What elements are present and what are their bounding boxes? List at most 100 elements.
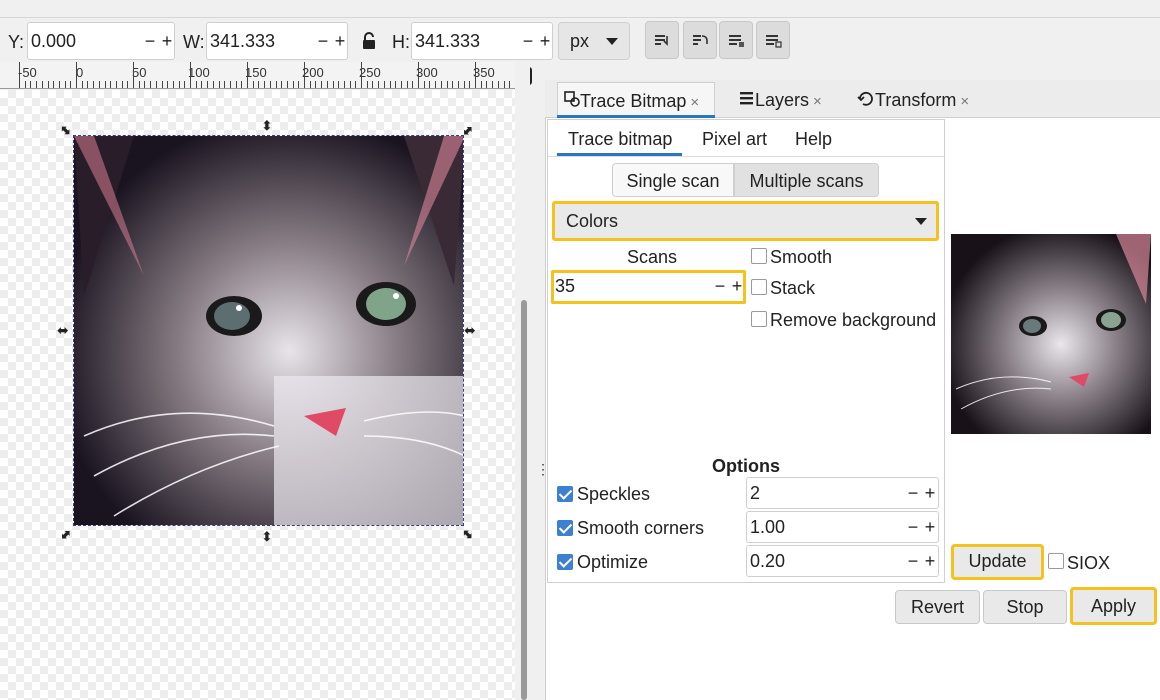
h-input[interactable]: 341.333 − + [411, 22, 553, 60]
transform-pattern-icon[interactable] [756, 21, 790, 59]
stack-label: Stack [770, 278, 816, 298]
ruler-tick [252, 81, 254, 88]
optimize-decrement-button[interactable]: − [905, 550, 921, 572]
ruler-tick [161, 81, 163, 88]
remove-background-checkbox[interactable] [751, 311, 767, 327]
ruler-tick [509, 81, 511, 88]
ruler-tick [366, 81, 368, 88]
smooth-corners-increment-button[interactable]: + [922, 516, 938, 538]
ruler-tick [41, 81, 43, 88]
smooth-corners-input[interactable]: 1.00 − + [746, 511, 939, 543]
speckles-increment-button[interactable]: + [922, 482, 938, 504]
close-icon[interactable]: × [813, 93, 822, 110]
scans-label: Scans [627, 247, 678, 267]
unit-select[interactable]: px [558, 22, 630, 60]
ruler-tick [338, 81, 340, 88]
ruler-tick [355, 81, 357, 88]
ruler-tick [144, 81, 146, 88]
stop-button[interactable]: Stop [983, 590, 1067, 624]
close-icon[interactable]: × [960, 93, 969, 110]
scrollbar-thumb[interactable] [521, 300, 527, 700]
smooth-corners-decrement-button[interactable]: − [905, 516, 921, 538]
tab-layers[interactable]: Layers × [733, 82, 829, 118]
ruler-tick [155, 81, 157, 88]
subtab-help[interactable]: Help [795, 124, 832, 156]
resize-handle-icon[interactable]: ⬌ [258, 531, 275, 543]
w-increment-button[interactable]: + [332, 29, 348, 53]
single-scan-button[interactable]: Single scan [612, 163, 734, 197]
h-increment-button[interactable]: + [537, 29, 553, 53]
toolbar-divider [0, 17, 1160, 18]
y-increment-button[interactable]: + [159, 29, 175, 53]
mode-select-value: Colors [566, 211, 619, 231]
ruler-tick [349, 81, 351, 88]
revert-button[interactable]: Revert [895, 590, 980, 624]
ruler-tick [235, 81, 237, 88]
w-decrement-button[interactable]: − [315, 29, 331, 53]
h-value: 341.333 [415, 31, 481, 51]
optimize-checkbox[interactable] [557, 554, 573, 570]
subtab-pixel-art[interactable]: Pixel art [702, 124, 767, 156]
transform-gradient-icon[interactable] [719, 21, 753, 59]
siox-checkbox[interactable] [1048, 553, 1064, 569]
resize-handle-icon[interactable]: ⬌ [464, 322, 476, 339]
ruler-tick [503, 81, 505, 88]
h-decrement-button[interactable]: − [520, 29, 536, 53]
ruler-tick [406, 81, 408, 88]
chevron-down-icon [606, 38, 618, 45]
lock-icon[interactable] [361, 31, 377, 51]
speckles-decrement-button[interactable]: − [905, 482, 921, 504]
optimize-increment-button[interactable]: + [922, 550, 938, 572]
ruler-tick [457, 81, 459, 88]
ruler-tick [304, 62, 305, 88]
ruler-tick [241, 81, 243, 88]
ruler-tick [138, 81, 140, 88]
ruler-tick [150, 81, 152, 88]
ruler-tick [463, 81, 465, 88]
transform-stroke-icon[interactable] [645, 21, 679, 59]
ruler-label: 350 [473, 65, 495, 80]
apply-button[interactable]: Apply [1070, 587, 1157, 625]
ruler-tick [412, 81, 414, 88]
multiple-scans-button[interactable]: Multiple scans [734, 163, 879, 197]
stack-checkbox[interactable] [751, 279, 767, 295]
mode-select[interactable]: Colors [552, 201, 939, 241]
resize-handle-icon[interactable]: ⬌ [258, 120, 275, 132]
smooth-corners-checkbox[interactable] [557, 520, 573, 536]
bitmap-image[interactable] [73, 135, 464, 526]
scans-increment-button[interactable]: + [729, 275, 745, 297]
subtab-trace-bitmap[interactable]: Trace bitmap [568, 124, 672, 156]
ruler-tick [127, 81, 129, 88]
speckles-input[interactable]: 2 − + [746, 477, 939, 509]
scans-decrement-button[interactable]: − [712, 275, 728, 297]
ruler-tick [58, 81, 60, 88]
scans-input[interactable]: 35 − + [551, 270, 746, 304]
ruler-tick [315, 81, 317, 88]
update-button[interactable]: Update [951, 544, 1044, 580]
tab-transform[interactable]: Transform × [851, 82, 979, 118]
trace-preview [951, 234, 1151, 434]
ruler-tick [115, 81, 117, 88]
ruler-tick [452, 81, 454, 88]
speckles-checkbox[interactable] [557, 486, 573, 502]
close-icon[interactable]: × [690, 94, 699, 111]
ruler-tick [281, 81, 283, 88]
tab-trace-bitmap[interactable]: Trace Bitmap × [557, 82, 715, 118]
ruler-tick [332, 81, 334, 88]
smooth-checkbox[interactable] [751, 248, 767, 264]
ruler-tick [469, 81, 471, 88]
resize-handle-icon[interactable]: ⬌ [57, 322, 69, 339]
optimize-input[interactable]: 0.20 − + [746, 545, 939, 577]
ruler-tick [104, 81, 106, 88]
ruler-tick [486, 81, 488, 88]
y-input[interactable]: 0.000 − + [27, 22, 175, 60]
w-input[interactable]: 341.333 − + [206, 22, 348, 60]
ruler-tick [378, 81, 380, 88]
tab-label: Trace Bitmap [580, 91, 687, 111]
ruler-tick [30, 81, 32, 88]
ruler-tick [19, 62, 20, 88]
y-decrement-button[interactable]: − [142, 29, 158, 53]
transform-corners-icon[interactable] [683, 21, 717, 59]
ruler-tick [418, 62, 419, 88]
ruler-tick [395, 81, 397, 88]
